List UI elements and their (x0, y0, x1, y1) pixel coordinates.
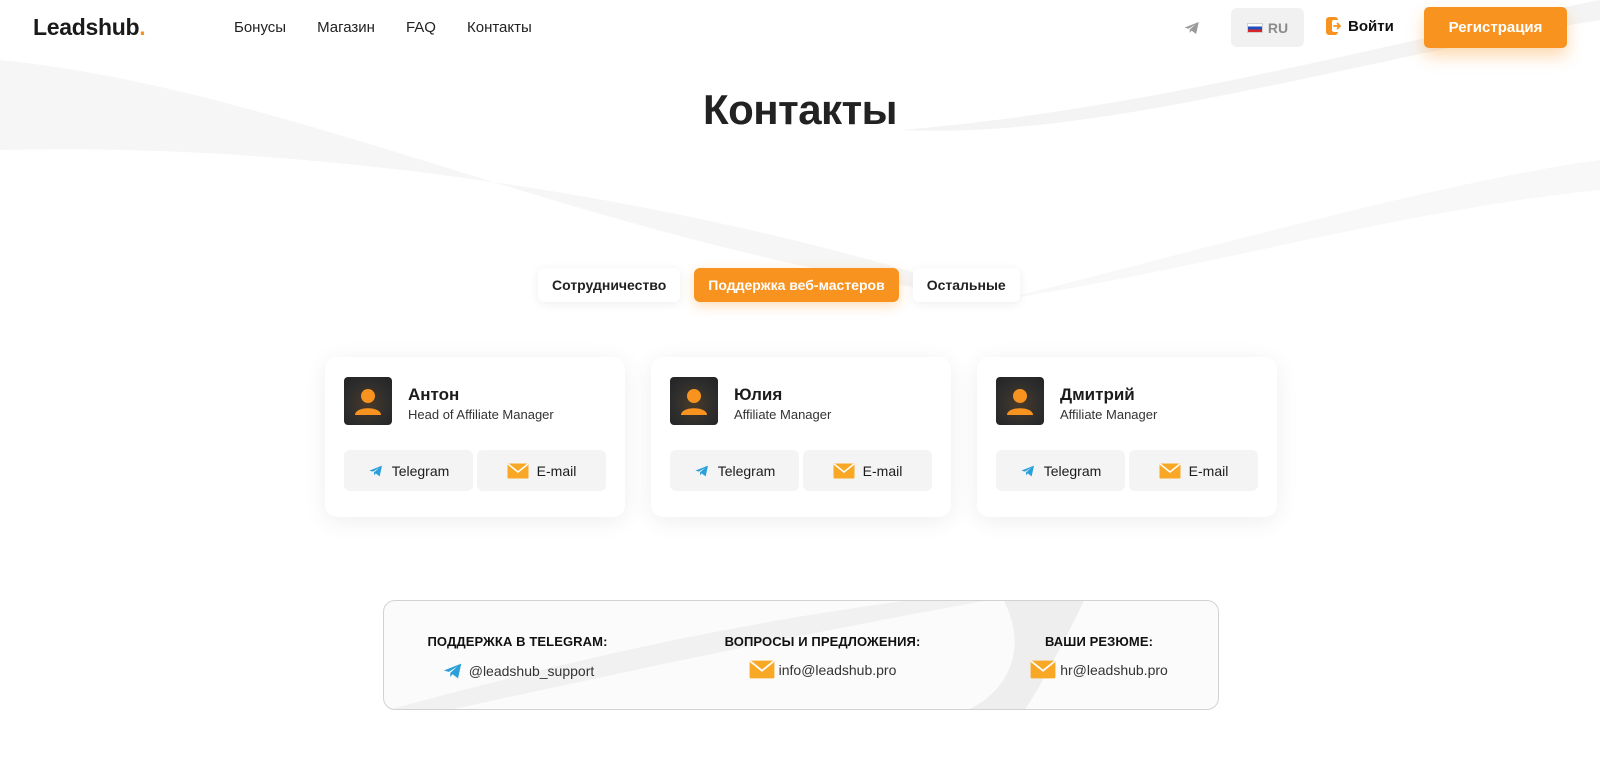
support-telegram-block: ПОДДЕРЖКА В TELEGRAM: @leadshub_support (420, 634, 615, 682)
email-label: E-mail (862, 462, 903, 479)
email-button[interactable]: E-mail (477, 450, 606, 491)
login-icon (1326, 17, 1342, 35)
telegram-icon (695, 465, 708, 476)
contacts-footer: ПОДДЕРЖКА В TELEGRAM: @leadshub_support … (383, 600, 1219, 710)
nav-item-shop[interactable]: Магазин (317, 19, 375, 36)
site-header: Leadshub. Бонусы Магазин FAQ Контакты RU… (0, 0, 1600, 56)
telegram-button[interactable]: Telegram (344, 450, 473, 491)
language-label: RU (1267, 19, 1289, 36)
contact-cards: Антон Head of Affiliate Manager Telegram… (325, 357, 1277, 517)
person-icon (1007, 389, 1033, 415)
envelope-icon (1030, 660, 1056, 679)
flag-ru-icon (1246, 22, 1263, 33)
logo[interactable]: Leadshub. (33, 14, 146, 41)
register-button[interactable]: Регистрация (1424, 7, 1567, 48)
telegram-button[interactable]: Telegram (670, 450, 799, 491)
questions-email-link[interactable]: info@leadshub.pro (715, 660, 930, 679)
tab-other[interactable]: Остальные (912, 268, 1020, 302)
envelope-icon (507, 462, 529, 478)
nav-item-bonuses[interactable]: Бонусы (234, 19, 286, 36)
contact-role: Affiliate Manager (734, 407, 832, 422)
email-button[interactable]: E-mail (803, 450, 932, 491)
resume-email-link[interactable]: hr@leadshub.pro (1024, 660, 1174, 679)
avatar (996, 377, 1044, 425)
contact-card: Дмитрий Affiliate Manager Telegram E-mai… (977, 357, 1277, 517)
resume-heading: ВАШИ РЕЗЮМЕ: (1044, 634, 1154, 649)
person-icon (355, 389, 381, 415)
resume-email-value: hr@leadshub.pro (1060, 661, 1168, 678)
tab-webmaster-support[interactable]: Поддержка веб-мастеров (694, 268, 899, 302)
telegram-icon (443, 663, 461, 679)
contact-name: Юлия (734, 385, 783, 404)
support-telegram-heading: ПОДДЕРЖКА В TELEGRAM: (427, 634, 608, 649)
envelope-icon (833, 462, 855, 478)
contact-name: Антон (408, 385, 460, 404)
telegram-label: Telegram (717, 462, 776, 479)
support-telegram-value: @leadshub_support (468, 663, 595, 679)
nav-item-faq[interactable]: FAQ (406, 19, 436, 36)
email-label: E-mail (1188, 462, 1229, 479)
language-selector[interactable]: RU (1231, 8, 1304, 47)
contact-card: Антон Head of Affiliate Manager Telegram… (325, 357, 625, 517)
telegram-label: Telegram (391, 462, 450, 479)
main-nav: Бонусы Магазин FAQ Контакты (234, 19, 563, 36)
person-icon (681, 389, 707, 415)
email-button[interactable]: E-mail (1129, 450, 1258, 491)
contact-name: Дмитрий (1060, 385, 1135, 404)
telegram-icon[interactable] (1183, 19, 1201, 37)
contact-role: Affiliate Manager (1060, 407, 1158, 422)
questions-email-value: info@leadshub.pro (778, 661, 897, 678)
resume-block: ВАШИ РЕЗЮМЕ: hr@leadshub.pro (1024, 634, 1174, 679)
contact-tabs: Сотрудничество Поддержка веб-мастеров Ос… (538, 268, 1020, 302)
avatar (670, 377, 718, 425)
telegram-button[interactable]: Telegram (996, 450, 1125, 491)
envelope-icon (749, 660, 775, 679)
envelope-icon (1159, 462, 1181, 478)
nav-item-contacts[interactable]: Контакты (467, 19, 532, 36)
contact-role: Head of Affiliate Manager (408, 407, 554, 422)
login-button[interactable]: Войти (1325, 16, 1394, 36)
questions-heading: ВОПРОСЫ И ПРЕДЛОЖЕНИЯ: (724, 634, 921, 649)
email-label: E-mail (536, 462, 577, 479)
telegram-icon (1021, 465, 1034, 476)
support-telegram-link[interactable]: @leadshub_support (420, 660, 615, 682)
page-title: Контакты (702, 86, 898, 133)
login-label: Войти (1348, 17, 1394, 35)
contact-card: Юлия Affiliate Manager Telegram E-mail (651, 357, 951, 517)
telegram-icon (369, 465, 382, 476)
tab-cooperation[interactable]: Сотрудничество (538, 268, 681, 302)
questions-block: ВОПРОСЫ И ПРЕДЛОЖЕНИЯ: info@leadshub.pro (715, 634, 930, 679)
avatar (344, 377, 392, 425)
telegram-label: Telegram (1043, 462, 1102, 479)
